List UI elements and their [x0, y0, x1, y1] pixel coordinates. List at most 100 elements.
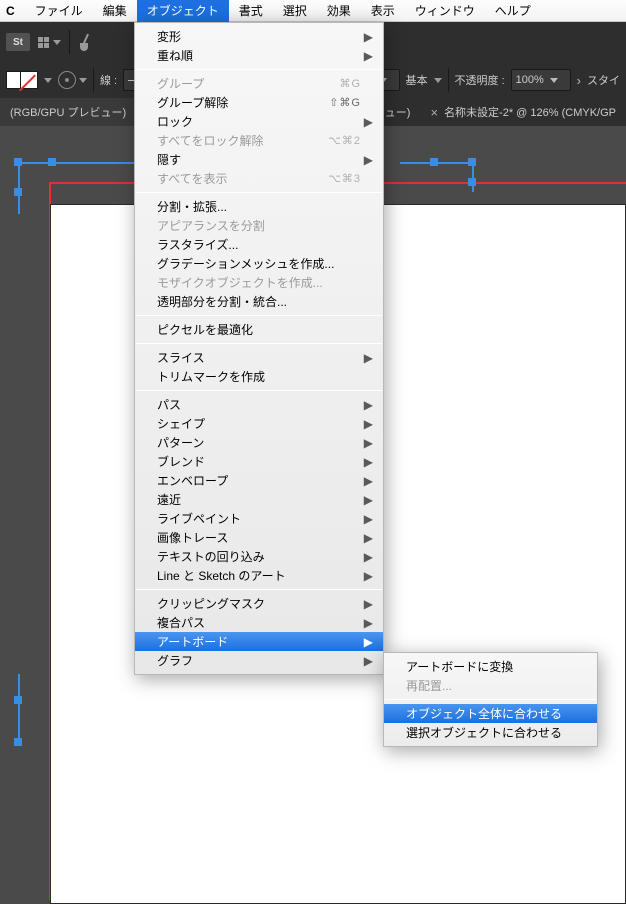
menu-item-label: スライス	[157, 349, 205, 366]
selection-handle[interactable]	[430, 158, 438, 166]
menu-item[interactable]: グラフ▶	[135, 651, 383, 670]
menu-item[interactable]: パターン ▶	[135, 433, 383, 452]
shortcut-label: ⌥⌘2	[328, 134, 361, 147]
menu-item-label: 隠す	[157, 151, 181, 168]
menu-item-label: グループ解除	[157, 94, 228, 111]
menu-help[interactable]: ヘルプ	[485, 0, 541, 22]
tab-label: 名称未設定-2* @ 126% (CMYK/GP	[444, 104, 616, 120]
menu-item: すべてをロック解除 ⌥⌘2	[135, 131, 383, 150]
brush-icon[interactable]	[78, 31, 100, 53]
menu-item-label: アートボード	[157, 633, 228, 650]
menu-item[interactable]: アートボード▶	[135, 632, 383, 651]
menu-item[interactable]: 透明部分を分割・統合...	[135, 292, 383, 311]
submenu-arrow-icon: ▶	[364, 153, 373, 167]
menu-file[interactable]: ファイル	[25, 0, 93, 22]
selection-handle[interactable]	[48, 158, 56, 166]
menu-separator	[136, 192, 382, 193]
menu-item[interactable]: クリッピングマスク▶	[135, 594, 383, 613]
caret-down-icon[interactable]	[44, 78, 52, 83]
menu-item-label: パターン	[157, 434, 204, 451]
submenu-arrow-icon: ▶	[364, 30, 373, 44]
doc-tab-1[interactable]: (RGB/GPU プレビュー)	[0, 98, 136, 126]
menu-item[interactable]: 分割・拡張...	[135, 197, 383, 216]
separator	[448, 68, 449, 92]
chevron-right-icon[interactable]: ›	[577, 73, 581, 88]
menu-window[interactable]: ウィンドウ	[405, 0, 485, 22]
menu-item-label: ラスタライズ...	[157, 236, 238, 253]
submenu-arrow-icon: ▶	[364, 512, 373, 526]
menu-item[interactable]: 選択オブジェクトに合わせる	[384, 723, 597, 742]
menu-item-label: シェイプ	[157, 415, 205, 432]
menu-item[interactable]: ロック▶	[135, 112, 383, 131]
menu-item[interactable]: 変形▶	[135, 27, 383, 46]
menu-item[interactable]: Line と Sketch のアート▶	[135, 566, 383, 585]
menu-type[interactable]: 書式	[229, 0, 273, 22]
caret-down-icon[interactable]	[434, 78, 442, 83]
selection-handle[interactable]	[14, 738, 22, 746]
artboard-submenu: アートボードに変換再配置...オブジェクト全体に合わせる選択オブジェクトに合わせ…	[383, 652, 598, 747]
menu-item-label: パス	[157, 396, 181, 413]
selection-edge	[18, 674, 20, 744]
submenu-arrow-icon: ▶	[364, 474, 373, 488]
menu-item[interactable]: パス▶	[135, 395, 383, 414]
menu-item[interactable]: ピクセルを最適化	[135, 320, 383, 339]
menu-item[interactable]: 複合パス▶	[135, 613, 383, 632]
menu-item: すべてを表示⌥⌘3	[135, 169, 383, 188]
menu-effect[interactable]: 効果	[317, 0, 361, 22]
menu-item[interactable]: グループ解除⇧⌘G	[135, 93, 383, 112]
menu-item[interactable]: スライス▶	[135, 348, 383, 367]
menu-item-label: 透明部分を分割・統合...	[157, 293, 287, 310]
menu-item[interactable]: グラデーションメッシュを作成...	[135, 254, 383, 273]
selection-handle[interactable]	[468, 158, 476, 166]
menu-item-label: ピクセルを最適化	[157, 321, 253, 338]
menu-item[interactable]: アートボードに変換	[384, 657, 597, 676]
stroke-swatch[interactable]	[20, 71, 38, 89]
menu-item[interactable]: 重ね順▶	[135, 46, 383, 65]
menu-item[interactable]: オブジェクト全体に合わせる	[384, 704, 597, 723]
caret-down-icon	[79, 78, 87, 83]
menu-item-label: ロック	[157, 113, 193, 130]
menu-item: モザイクオブジェクトを作成...	[135, 273, 383, 292]
shortcut-label: ⌘G	[339, 77, 361, 90]
tab-label: (RGB/GPU プレビュー)	[10, 104, 126, 120]
menu-item[interactable]: シェイプ▶	[135, 414, 383, 433]
anchor-control[interactable]	[58, 71, 87, 89]
menu-object[interactable]: オブジェクト	[137, 0, 229, 22]
menu-separator	[136, 69, 382, 70]
app-name: C	[0, 4, 25, 18]
menu-separator	[136, 390, 382, 391]
arrange-docs-button[interactable]	[38, 37, 61, 48]
menu-item-label: 画像トレース	[157, 529, 228, 546]
menu-item[interactable]: 隠す ▶	[135, 150, 383, 169]
fill-stroke-swatches[interactable]	[6, 71, 38, 89]
menu-item-label: すべてをロック解除	[157, 132, 263, 149]
close-icon[interactable]: ×	[430, 105, 438, 120]
menu-item[interactable]: ライブペイント ▶	[135, 509, 383, 528]
selection-handle[interactable]	[468, 178, 476, 186]
separator	[69, 30, 70, 54]
menu-item: グループ⌘G	[135, 74, 383, 93]
submenu-arrow-icon: ▶	[364, 455, 373, 469]
stock-icon[interactable]: St	[6, 33, 30, 51]
menu-item-label: ライブペイント	[157, 510, 241, 527]
menu-item[interactable]: テキストの回り込み▶	[135, 547, 383, 566]
doc-tab-3[interactable]: × 名称未設定-2* @ 126% (CMYK/GP	[420, 98, 626, 126]
selection-handle[interactable]	[14, 696, 22, 704]
menu-item[interactable]: ラスタライズ...	[135, 235, 383, 254]
menu-item-label: エンベロープ	[157, 472, 228, 489]
menu-item[interactable]: トリムマークを作成	[135, 367, 383, 386]
menu-item-label: 重ね順	[157, 47, 193, 64]
selection-handle[interactable]	[14, 158, 22, 166]
opacity-value: 100%	[516, 74, 544, 86]
menu-view[interactable]: 表示	[361, 0, 405, 22]
menu-edit[interactable]: 編集	[93, 0, 137, 22]
selection-handle[interactable]	[14, 188, 22, 196]
submenu-arrow-icon: ▶	[364, 616, 373, 630]
menu-item[interactable]: エンベロープ ▶	[135, 471, 383, 490]
menu-item[interactable]: 画像トレース▶	[135, 528, 383, 547]
opacity-field[interactable]: 100%	[511, 69, 571, 91]
menu-select[interactable]: 選択	[273, 0, 317, 22]
submenu-arrow-icon: ▶	[364, 436, 373, 450]
menu-item[interactable]: 遠近▶	[135, 490, 383, 509]
menu-item[interactable]: ブレンド▶	[135, 452, 383, 471]
